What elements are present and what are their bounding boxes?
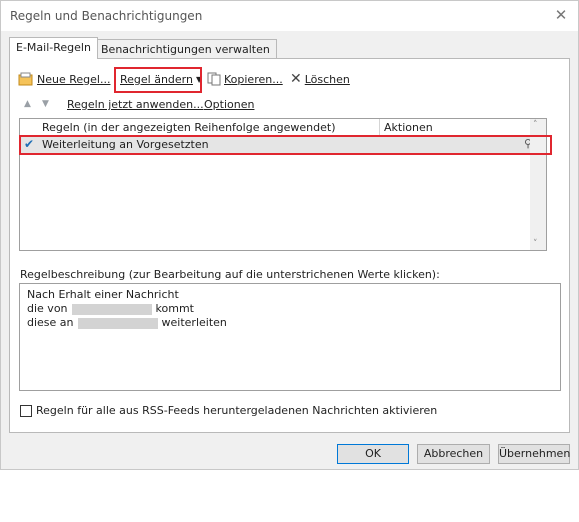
redacted-recipient[interactable] bbox=[77, 317, 158, 329]
copy-rule-button[interactable]: Kopieren... bbox=[207, 69, 283, 89]
tab-email-rules[interactable]: E-Mail-Regeln bbox=[9, 37, 98, 59]
delete-rule-button[interactable]: ✕ Löschen bbox=[290, 69, 350, 89]
move-down-icon[interactable]: ▼ bbox=[42, 99, 49, 109]
delete-icon: ✕ bbox=[290, 71, 302, 87]
window-title: Regeln und Benachrichtigungen bbox=[10, 9, 203, 23]
rule-list: Regeln (in der angezeigten Reihenfolge a… bbox=[19, 118, 547, 251]
scroll-down-icon[interactable]: ˅ bbox=[533, 239, 538, 249]
rss-rules-option[interactable]: Regeln für alle aus RSS-Feeds herunterge… bbox=[20, 404, 437, 417]
copy-icon bbox=[207, 72, 221, 86]
desc-line-3-prefix: diese an bbox=[27, 316, 74, 329]
close-icon[interactable]: ✕ bbox=[552, 6, 570, 24]
description-box: Nach Erhalt einer Nachricht die von kommt… bbox=[19, 283, 561, 391]
desc-line-3: diese an weiterleiten bbox=[27, 316, 227, 329]
rules-dialog: Regeln und Benachrichtigungen ✕ E-Mail-R… bbox=[0, 0, 579, 470]
desc-line-3-suffix: weiterleiten bbox=[161, 316, 227, 329]
cancel-button[interactable]: Abbrechen bbox=[417, 444, 490, 464]
description-label: Regelbeschreibung (zur Bearbeitung auf d… bbox=[20, 268, 440, 281]
change-rule-button[interactable]: Regel ändern ▼ bbox=[120, 69, 202, 89]
rule-list-scrollbar[interactable]: ˄ ˅ bbox=[530, 119, 546, 250]
options-link[interactable]: Optionen bbox=[204, 98, 254, 111]
rule-check-icon[interactable]: ✔ bbox=[24, 137, 34, 151]
run-rules-link[interactable]: Regeln jetzt anwenden... bbox=[67, 98, 204, 111]
desc-line-2-prefix: die von bbox=[27, 302, 68, 315]
column-separator bbox=[379, 119, 380, 135]
email-rules-panel: Neue Regel... Regel ändern ▼ Kopieren...… bbox=[9, 58, 570, 433]
tab-manage-alerts[interactable]: Benachrichtigungen verwalten bbox=[94, 39, 277, 59]
desc-line-2-suffix: kommt bbox=[155, 302, 194, 315]
rule-list-header: Regeln (in der angezeigten Reihenfolge a… bbox=[20, 119, 546, 136]
rss-checkbox[interactable] bbox=[20, 404, 32, 417]
dropdown-arrow-icon: ▼ bbox=[195, 74, 203, 84]
title-bar: Regeln und Benachrichtigungen ✕ bbox=[1, 1, 578, 31]
redacted-sender[interactable] bbox=[71, 303, 152, 315]
new-rule-label: Neue Regel... bbox=[37, 72, 111, 86]
column-rules[interactable]: Regeln (in der angezeigten Reihenfolge a… bbox=[42, 121, 336, 134]
toolbar: Neue Regel... Regel ändern ▼ Kopieren...… bbox=[10, 63, 569, 93]
desc-line-1: Nach Erhalt einer Nachricht bbox=[27, 288, 179, 301]
copy-label: Kopieren... bbox=[224, 72, 283, 86]
change-rule-label: Regel ändern bbox=[120, 72, 193, 86]
rss-label: Regeln für alle aus RSS-Feeds herunterge… bbox=[36, 404, 438, 417]
rule-row[interactable]: ✔ Weiterleitung an Vorgesetzten ⚲ bbox=[20, 136, 546, 154]
desc-line-2: die von kommt bbox=[27, 302, 194, 315]
sub-toolbar: ▲ ▼ Regeln jetzt anwenden... Optionen bbox=[10, 96, 569, 114]
ok-button[interactable]: OK bbox=[337, 444, 409, 464]
scroll-up-icon[interactable]: ˄ bbox=[533, 120, 538, 130]
rule-name: Weiterleitung an Vorgesetzten bbox=[42, 138, 209, 151]
new-rule-icon bbox=[18, 72, 33, 86]
column-actions[interactable]: Aktionen bbox=[384, 121, 433, 134]
delete-label: Löschen bbox=[304, 72, 350, 86]
apply-button[interactable]: Übernehmen bbox=[498, 444, 570, 464]
new-rule-button[interactable]: Neue Regel... bbox=[18, 69, 110, 89]
move-up-icon[interactable]: ▲ bbox=[24, 99, 31, 109]
